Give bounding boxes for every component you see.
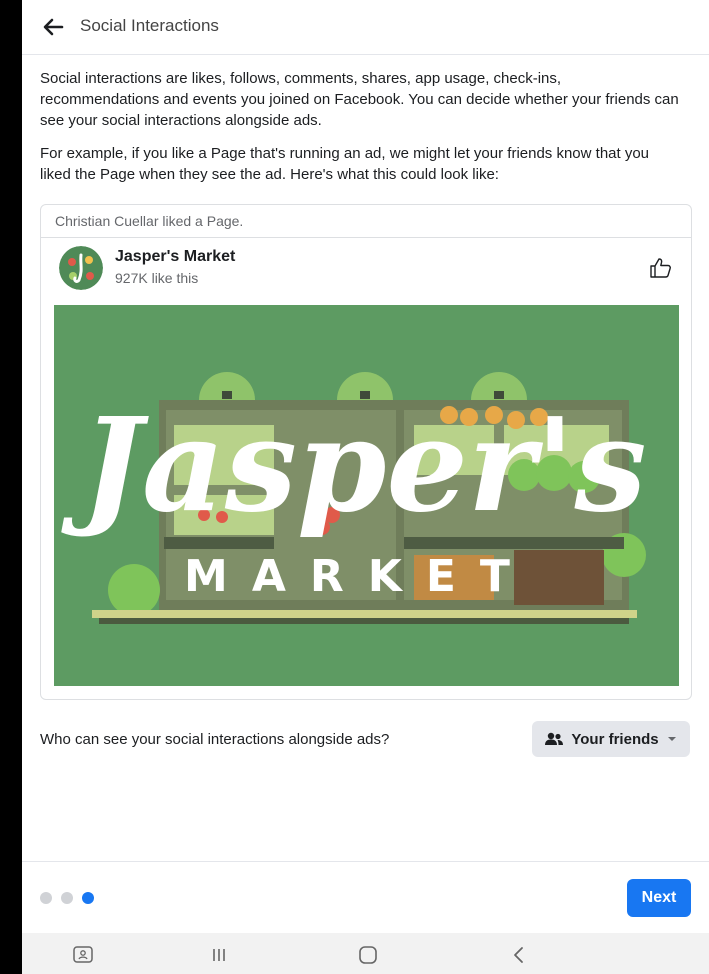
thumbs-up-icon[interactable] <box>649 256 673 280</box>
header-bar: Social Interactions <box>22 0 709 55</box>
footer-divider <box>22 861 709 862</box>
friends-icon <box>545 732 564 745</box>
intro-section: Social interactions are likes, follows, … <box>40 68 680 197</box>
caret-down-icon <box>667 737 676 741</box>
page-title: Social Interactions <box>80 16 219 35</box>
page-avatar <box>59 246 103 290</box>
pager-dots <box>40 892 94 904</box>
back-nav-icon[interactable] <box>508 945 530 965</box>
ad-image: Jasper's MARKET <box>54 305 679 686</box>
ad-logo-subtitle: MARKET <box>184 551 534 602</box>
ad-preview-card: Christian Cuellar liked a Page. Jasper's… <box>40 204 692 700</box>
system-nav-bar <box>22 933 709 974</box>
pager-dot <box>61 892 73 904</box>
screenshot-assist-icon[interactable] <box>72 945 94 965</box>
activity-text: Christian Cuellar liked a Page. <box>41 205 691 238</box>
intro-paragraph-2: For example, if you like a Page that's r… <box>40 145 650 183</box>
back-arrow-icon[interactable] <box>42 17 64 37</box>
pager-dot <box>40 892 52 904</box>
audience-selected-label: Your friends <box>571 730 659 748</box>
page-info-row: Jasper's Market 927K like this <box>41 238 691 304</box>
page-name: Jasper's Market <box>115 248 236 265</box>
ad-logo-title: Jasper's <box>60 391 646 541</box>
intro-paragraph-1: Social interactions are likes, follows, … <box>40 70 679 129</box>
audience-selector-button[interactable]: Your friends <box>532 721 690 757</box>
pager-dot-active <box>82 892 94 904</box>
recent-apps-icon[interactable] <box>208 945 230 965</box>
next-button[interactable]: Next <box>627 879 691 917</box>
audience-question: Who can see your social interactions alo… <box>40 731 390 748</box>
page-like-count: 927K like this <box>115 270 199 286</box>
home-icon[interactable] <box>357 945 379 965</box>
left-edge-bar <box>0 0 22 974</box>
